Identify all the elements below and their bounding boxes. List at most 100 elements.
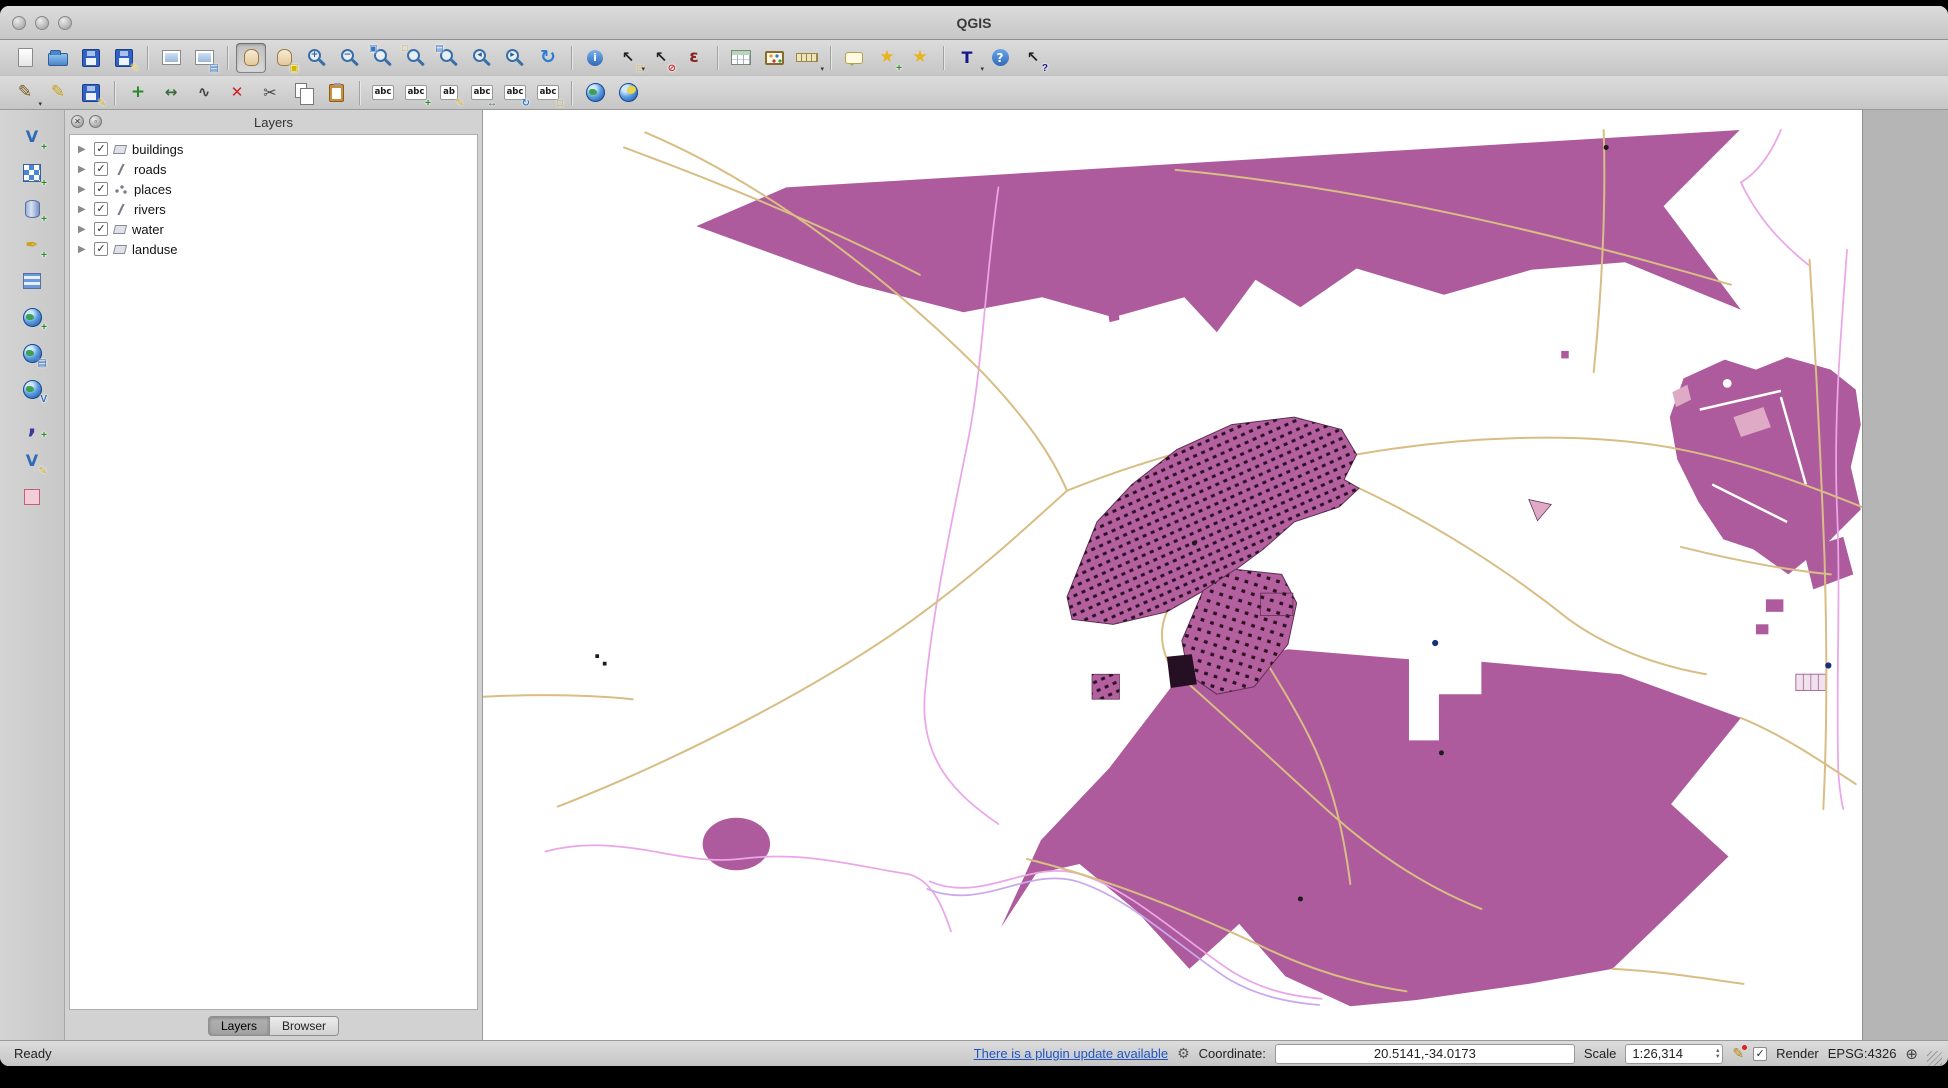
zoom-full-button[interactable]: ▣ (368, 43, 398, 73)
new-shapefile-layer-button[interactable]: V✎ (17, 446, 47, 476)
zoom-next-button[interactable]: ▸ (500, 43, 530, 73)
dropdown-arrow-icon[interactable]: ▾ (820, 65, 824, 73)
layer-row-water[interactable]: ▶✓water (70, 219, 477, 239)
layer-row-landuse[interactable]: ▶✓landuse (70, 239, 477, 259)
dropdown-arrow-icon[interactable]: ▾ (980, 65, 984, 73)
add-feature-button[interactable]: + (123, 78, 153, 108)
add-delimited-text-button[interactable]: ,+ (17, 410, 47, 440)
layer-row-rivers[interactable]: ▶✓rivers (70, 199, 477, 219)
zoom-in-icon: + (308, 49, 321, 62)
expander-icon[interactable]: ▶ (78, 164, 88, 175)
add-wfs-layer-button[interactable]: V (17, 374, 47, 404)
expander-icon[interactable]: ▶ (78, 244, 88, 255)
field-calculator-button[interactable] (759, 43, 789, 73)
label-move-button[interactable]: abc↔ (467, 78, 497, 108)
deselect-features-button[interactable]: ↖⊘ (646, 43, 676, 73)
scale-spinner-icon[interactable]: ▴▾ (1716, 1048, 1719, 1060)
add-mssql-layer-button[interactable] (17, 266, 47, 296)
measure-button[interactable]: ▾ (792, 43, 822, 73)
label-pin-button[interactable]: abc+ (401, 78, 431, 108)
label-change-button[interactable]: abc□ (533, 78, 563, 108)
select-features-button[interactable]: ↖□▾ (613, 43, 643, 73)
attribute-table-button[interactable] (726, 43, 756, 73)
layer-visibility-checkbox[interactable]: ✓ (94, 162, 108, 176)
show-bookmarks-button[interactable]: ★ (905, 43, 935, 73)
tab-layers[interactable]: Layers (208, 1016, 270, 1036)
save-project-button[interactable] (76, 43, 106, 73)
label-rotate-button[interactable]: abc↻ (500, 78, 530, 108)
select-by-expression-button[interactable]: ε (679, 43, 709, 73)
new-bookmark-icon: ★ (879, 49, 894, 66)
dropdown-arrow-icon[interactable]: ▾ (641, 65, 645, 73)
float-panel-icon[interactable]: ▫ (89, 115, 102, 128)
open-project-button[interactable] (43, 43, 73, 73)
render-checkbox[interactable]: ✓ (1753, 1047, 1767, 1061)
dropdown-arrow-icon[interactable]: ▾ (38, 100, 42, 108)
help-button[interactable]: ? (985, 43, 1015, 73)
zoom-last-button[interactable]: ◂ (467, 43, 497, 73)
cut-features-button[interactable]: ✂ (255, 78, 285, 108)
layer-visibility-checkbox[interactable]: ✓ (94, 202, 108, 216)
whats-this-button[interactable]: ↖? (1018, 43, 1048, 73)
new-bookmark-button[interactable]: ★+ (872, 43, 902, 73)
layer-visibility-checkbox[interactable]: ✓ (94, 182, 108, 196)
copy-features-button[interactable] (288, 78, 318, 108)
whats-this-icon: ↖ (1027, 50, 1040, 65)
crs-status-icon[interactable]: ⊕ (1905, 1045, 1918, 1063)
layer-row-places[interactable]: ▶✓places (70, 179, 477, 199)
layer-row-buildings[interactable]: ▶✓buildings (70, 139, 477, 159)
current-edits-button[interactable]: ✎▾ (10, 78, 40, 108)
save-layer-edits-button[interactable]: ✎ (76, 78, 106, 108)
zoom-out-button[interactable]: − (335, 43, 365, 73)
resize-grip[interactable] (1927, 1051, 1942, 1066)
add-raster-layer-button[interactable]: + (17, 158, 47, 188)
plugin-icon[interactable]: ⚙ (1177, 1046, 1190, 1062)
zoom-in-button[interactable]: + (302, 43, 332, 73)
text-annotation-button[interactable]: T▾ (952, 43, 982, 73)
expander-icon[interactable]: ▶ (78, 184, 88, 195)
new-composer-button[interactable] (156, 43, 186, 73)
zoom-to-selection-button[interactable]: □ (401, 43, 431, 73)
coordinate-input[interactable] (1275, 1044, 1575, 1064)
remove-layer-button[interactable] (17, 482, 47, 512)
move-feature-icon: ↔ (165, 85, 178, 100)
plugin-update-link[interactable]: There is a plugin update available (974, 1046, 1168, 1061)
pan-map-icon (244, 49, 259, 66)
layer-row-roads[interactable]: ▶✓roads (70, 159, 477, 179)
delete-selected-button[interactable]: ✕ (222, 78, 252, 108)
toolbar-separator (571, 46, 572, 70)
label-edit-button[interactable]: ab✎ (434, 78, 464, 108)
toggle-editing-button[interactable]: ✎ (43, 78, 73, 108)
layer-visibility-checkbox[interactable]: ✓ (94, 242, 108, 256)
expander-icon[interactable]: ▶ (78, 224, 88, 235)
add-wcs-layer-button[interactable]: ▤ (17, 338, 47, 368)
refresh-button[interactable]: ↻ (533, 43, 563, 73)
new-project-button[interactable] (10, 43, 40, 73)
identify-button[interactable]: i (580, 43, 610, 73)
close-panel-icon[interactable]: ✕ (71, 115, 84, 128)
map-canvas[interactable] (483, 110, 1863, 1040)
expander-icon[interactable]: ▶ (78, 204, 88, 215)
layer-visibility-checkbox[interactable]: ✓ (94, 142, 108, 156)
paste-features-button[interactable] (321, 78, 351, 108)
add-postgis-layer-button[interactable]: + (17, 194, 47, 224)
move-feature-button[interactable]: ↔ (156, 78, 186, 108)
layer-visibility-checkbox[interactable]: ✓ (94, 222, 108, 236)
expander-icon[interactable]: ▶ (78, 144, 88, 155)
node-tool-button[interactable]: ∿ (189, 78, 219, 108)
zoom-to-layer-button[interactable]: ▤ (434, 43, 464, 73)
scale-combo[interactable]: 1:26,314 ▴▾ (1625, 1044, 1723, 1064)
web-globe-button[interactable] (580, 78, 610, 108)
save-project-as-button[interactable]: ✎ (109, 43, 139, 73)
map-tips-button[interactable] (839, 43, 869, 73)
pan-map-button[interactable] (236, 43, 266, 73)
cut-features-icon: ✂ (263, 85, 276, 101)
tab-browser[interactable]: Browser (270, 1016, 339, 1036)
labeling-options-button[interactable]: abc (368, 78, 398, 108)
add-wms-layer-button[interactable]: + (17, 302, 47, 332)
add-vector-layer-button[interactable]: V+ (17, 122, 47, 152)
plugins-globe-button[interactable] (613, 78, 643, 108)
pan-to-selection-button[interactable]: ▣ (269, 43, 299, 73)
add-spatialite-layer-button[interactable]: ✒+ (17, 230, 47, 260)
composer-manager-button[interactable]: ▤ (189, 43, 219, 73)
